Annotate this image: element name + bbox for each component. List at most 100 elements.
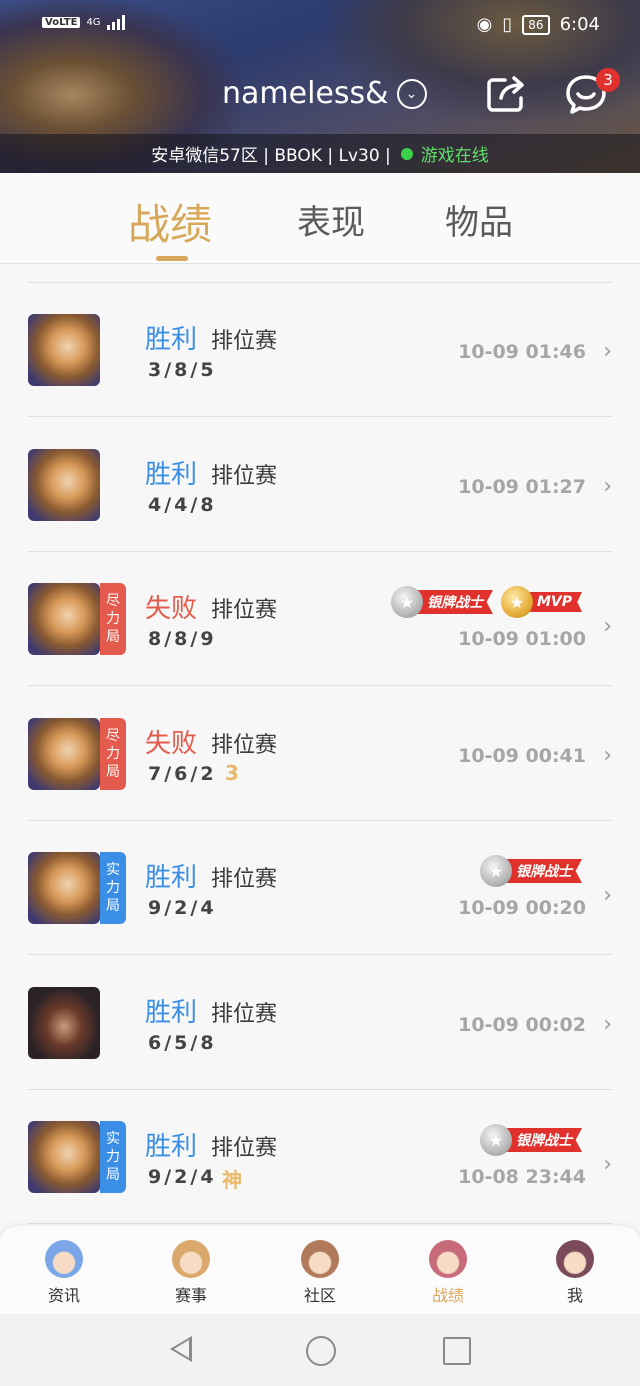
status-bar: VoLTE 4G ◉ ▯ 86 6:04 — [0, 14, 640, 40]
hero-avatar — [28, 852, 100, 924]
silver-warrior-badge: ★ 银牌战士 — [480, 855, 582, 887]
badges: ★ 银牌战士 — [480, 1124, 582, 1156]
badge-label: 银牌战士 — [502, 1128, 582, 1152]
chevron-right-icon: › — [603, 1152, 612, 1177]
eye-icon: ◉ — [476, 14, 493, 35]
hero-avatar — [28, 986, 100, 1059]
nav-label: 战绩 — [431, 1286, 464, 1305]
match-mode: 排位赛 — [211, 463, 278, 489]
nav-me[interactable]: 我 — [540, 1240, 610, 1306]
badges: ★ 银牌战士 ★ MVP — [390, 586, 582, 618]
events-avatar-icon — [172, 1240, 210, 1278]
match-list[interactable]: 胜利 排位赛 3/8/5 10-09 01:46 › 胜利 排位赛 4/4/8 10-09 01… — [0, 264, 640, 1224]
match-time: 10-09 00:41 — [458, 744, 586, 767]
match-tag-char: 尽 — [106, 593, 120, 609]
kda: 6/5/8 — [148, 1031, 217, 1054]
match-tag: 尽力局 — [100, 717, 126, 790]
match-result: 胜利 — [145, 997, 198, 1028]
medal-icon: ★ — [390, 586, 423, 618]
community-avatar-icon — [301, 1240, 339, 1278]
match-result: 失败 — [145, 728, 198, 759]
match-tag-char: 力 — [106, 745, 120, 762]
streak-badge: 3 — [225, 760, 239, 785]
nickname-switcher[interactable]: nameless& ⌄ — [222, 76, 427, 111]
match-row[interactable]: 尽力局失败 排位赛 8/8/9 ★ 银牌战士 ★ MVP 10-09 01:00 › — [0, 552, 640, 686]
match-result: 胜利 — [145, 1132, 198, 1162]
match-tag: 尽力局 — [100, 583, 126, 655]
trophy-icon: ★ — [500, 586, 533, 618]
match-row[interactable]: 胜利 排位赛 4/4/8 10-09 01:27 › — [0, 418, 640, 552]
match-row[interactable]: 实力局胜利 排位赛 9/2/4 神 ★ 银牌战士 10-08 23:44 › — [0, 1090, 640, 1224]
medal-icon: ★ — [480, 1124, 512, 1156]
match-time: 10-09 00:20 — [458, 897, 586, 919]
online-status-icon — [400, 147, 413, 160]
share-icon[interactable] — [487, 76, 527, 112]
records-avatar-icon — [429, 1240, 467, 1278]
hero-avatar — [28, 448, 100, 521]
kda: 9/2/4 — [148, 897, 217, 919]
tab-performance[interactable]: 表现 — [297, 195, 365, 244]
match-mode: 排位赛 — [211, 867, 278, 892]
match-result: 失败 — [145, 594, 198, 624]
tab-records[interactable]: 战绩 — [128, 191, 212, 252]
match-mode: 排位赛 — [211, 598, 278, 623]
vibrate-icon: ▯ — [502, 14, 513, 35]
chevron-right-icon: › — [603, 339, 612, 364]
chevron-right-icon: › — [603, 742, 612, 768]
chevron-right-icon: › — [603, 614, 612, 639]
clock: 6:04 — [559, 14, 600, 35]
match-result: 胜利 — [145, 863, 198, 893]
back-icon-inner — [174, 1340, 189, 1358]
silver-warrior-badge: ★ 银牌战士 — [480, 1124, 582, 1156]
match-result: 胜利 — [145, 325, 198, 355]
nav-label: 赛事 — [174, 1286, 207, 1305]
match-result: 胜利 — [145, 459, 198, 490]
nav-records[interactable]: 战绩 — [413, 1240, 483, 1306]
match-time: 10-09 01:00 — [458, 628, 586, 650]
mvp-badge: ★ MVP — [500, 586, 582, 618]
home-icon[interactable] — [306, 1336, 336, 1366]
nav-label: 我 — [566, 1286, 583, 1305]
match-tag-char: 尽 — [106, 727, 120, 744]
recent-apps-icon[interactable] — [443, 1337, 471, 1365]
nav-community[interactable]: 社区 — [285, 1240, 355, 1306]
match-row[interactable]: 胜利 排位赛 6/5/8 10-09 00:02 › — [0, 956, 640, 1090]
match-mode: 排位赛 — [211, 732, 278, 758]
match-tag-char: 力 — [106, 880, 120, 896]
signal-icon — [106, 14, 125, 30]
kda: 8/8/9 — [148, 628, 217, 650]
me-avatar-icon — [556, 1240, 594, 1278]
nav-news[interactable]: 资讯 — [29, 1240, 99, 1306]
hero-avatar — [28, 717, 100, 790]
match-mode: 排位赛 — [211, 1136, 278, 1161]
news-avatar-icon — [45, 1240, 83, 1278]
match-tag-char: 实 — [106, 1131, 120, 1147]
chevron-right-icon: › — [603, 473, 612, 499]
hero-avatar — [28, 583, 100, 655]
nav-label: 社区 — [303, 1286, 336, 1305]
nav-events[interactable]: 赛事 — [156, 1240, 226, 1306]
streak-badge: 神 — [222, 1168, 242, 1192]
nickname: nameless& — [222, 76, 389, 111]
chevron-right-icon: › — [603, 1011, 612, 1037]
match-time: 10-09 00:02 — [458, 1013, 586, 1036]
kda: 3/8/5 — [148, 359, 217, 381]
match-time: 10-09 01:46 — [458, 341, 586, 363]
match-mode: 排位赛 — [211, 1001, 278, 1027]
tab-items[interactable]: 物品 — [445, 195, 513, 244]
bottom-navigation: 资讯 赛事 社区 战绩 我 — [0, 1226, 640, 1314]
badge-label: 银牌战士 — [412, 590, 493, 614]
match-tag-char: 局 — [106, 763, 120, 780]
match-tag-char: 局 — [106, 1167, 120, 1183]
match-time: 10-08 23:44 — [458, 1166, 586, 1188]
match-row[interactable]: 实力局胜利 排位赛 9/2/4 ★ 银牌战士 10-09 00:20 › — [0, 821, 640, 955]
match-row[interactable]: 尽力局失败 排位赛 7/6/2 3 10-09 00:41 › — [0, 687, 640, 821]
kda: 4/4/8 — [148, 493, 217, 516]
hero-avatar — [28, 1121, 100, 1193]
server-info-bar: 安卓微信57区 | BBOK | Lv30 | 游戏在线 — [0, 134, 640, 173]
match-tag-char: 实 — [106, 862, 120, 878]
match-row[interactable]: 胜利 排位赛 3/8/5 10-09 01:46 › — [0, 283, 640, 417]
match-time: 10-09 01:27 — [458, 475, 586, 498]
match-tag: 实力局 — [100, 852, 126, 924]
match-tag: 实力局 — [100, 1121, 126, 1193]
